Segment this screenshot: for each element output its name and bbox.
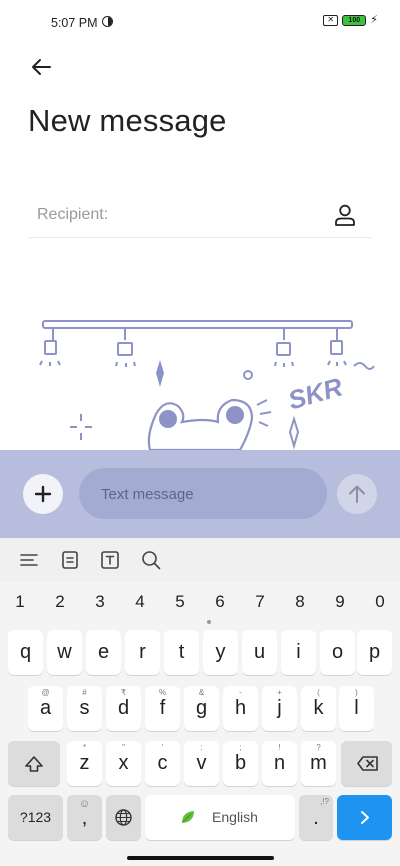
key-r[interactable]: r <box>125 630 160 675</box>
menu-icon <box>20 554 38 566</box>
key-f[interactable]: % f <box>145 686 180 731</box>
send-button[interactable] <box>337 474 377 514</box>
clipboard-icon <box>62 551 78 569</box>
candidate-dot <box>207 620 211 624</box>
key-d[interactable]: ₹ d <box>106 686 141 731</box>
next-arrow-icon <box>361 811 369 824</box>
plus-icon <box>34 485 52 503</box>
key-v[interactable]: :v <box>184 741 219 786</box>
key-7[interactable]: 7 <box>245 592 275 612</box>
compose-bar <box>0 450 400 538</box>
recipient-input[interactable] <box>37 202 317 228</box>
send-arrow-icon <box>349 485 365 503</box>
key-s[interactable]: # s <box>67 686 102 731</box>
illustration-text: SKR <box>285 371 346 415</box>
symbols-key[interactable]: ?123 <box>8 795 63 840</box>
key-o[interactable]: o <box>320 630 355 675</box>
message-field[interactable] <box>79 468 327 519</box>
status-bar: 5:07 PM ✕ 100 ⚡ <box>0 0 400 44</box>
page-title: New message <box>28 103 227 138</box>
enter-key[interactable] <box>337 795 392 840</box>
text-edit-tool[interactable] <box>98 548 122 572</box>
key-2[interactable]: 2 <box>45 592 75 612</box>
key-j[interactable]: + j <box>262 686 297 731</box>
key-x[interactable]: " x <box>106 741 141 786</box>
comma-key[interactable]: ☺ , <box>67 795 102 840</box>
key-q[interactable]: q <box>8 630 43 675</box>
key-p[interactable]: p <box>357 630 392 675</box>
search-tool[interactable] <box>139 548 163 572</box>
keyboard-toolbar <box>0 538 400 582</box>
attach-button[interactable] <box>23 474 63 514</box>
number-row: 1 2 3 4 5 6 7 8 9 0 <box>0 586 400 620</box>
key-m[interactable]: ? m <box>301 741 336 786</box>
key-9[interactable]: 9 <box>325 592 355 612</box>
key-g[interactable]: & g <box>184 686 219 731</box>
key-y[interactable]: y <box>203 630 238 675</box>
key-l[interactable]: ) l <box>339 686 374 731</box>
key-h[interactable]: -h <box>223 686 258 731</box>
recipient-row <box>28 194 372 238</box>
message-input[interactable] <box>101 482 311 506</box>
space-key[interactable]: English <box>145 795 295 840</box>
keyboard: 1 2 3 4 5 6 7 8 9 0 q w e r t y u i o p … <box>0 538 400 866</box>
backspace-key[interactable] <box>341 741 392 786</box>
empty-state-illustration: SKR <box>39 320 375 450</box>
key-u[interactable]: u <box>242 630 277 675</box>
key-a[interactable]: @ a <box>28 686 63 731</box>
shift-key[interactable] <box>8 741 60 786</box>
key-b[interactable]: ; b <box>223 741 258 786</box>
charging-icon: ⚡ <box>370 14 378 26</box>
clipboard-tool[interactable] <box>58 548 82 572</box>
status-icons: ✕ 100 ⚡ <box>323 15 378 26</box>
backspace-icon <box>357 756 378 771</box>
shift-icon <box>25 756 43 772</box>
key-5[interactable]: 5 <box>165 592 195 612</box>
key-i[interactable]: i <box>281 630 316 675</box>
no-sim-icon: ✕ <box>323 15 339 26</box>
person-icon <box>335 204 355 226</box>
key-c[interactable]: ' c <box>145 741 180 786</box>
back-button[interactable] <box>26 52 56 82</box>
key-1[interactable]: 1 <box>5 592 35 612</box>
home-indicator[interactable] <box>127 856 274 860</box>
battery-icon: 100 <box>342 15 367 26</box>
key-n[interactable]: ! n <box>262 741 297 786</box>
dnd-icon <box>102 16 113 27</box>
key-3[interactable]: 3 <box>85 592 115 612</box>
key-0[interactable]: 0 <box>365 592 395 612</box>
key-e[interactable]: e <box>86 630 121 675</box>
back-arrow-icon <box>32 59 51 75</box>
period-key[interactable]: ,!? . <box>299 795 333 840</box>
key-w[interactable]: w <box>47 630 82 675</box>
language-key[interactable] <box>106 795 141 840</box>
contact-picker-button[interactable] <box>332 202 358 228</box>
key-t[interactable]: t <box>164 630 199 675</box>
key-6[interactable]: 6 <box>205 592 235 612</box>
key-z[interactable]: * z <box>67 741 102 786</box>
text-edit-icon <box>101 551 119 569</box>
menu-tool[interactable] <box>17 548 41 572</box>
key-4[interactable]: 4 <box>125 592 155 612</box>
globe-icon <box>115 809 132 826</box>
key-k[interactable]: (k <box>301 686 336 731</box>
search-icon <box>142 551 161 570</box>
key-8[interactable]: 8 <box>285 592 315 612</box>
status-time: 5:07 PM <box>51 16 98 30</box>
